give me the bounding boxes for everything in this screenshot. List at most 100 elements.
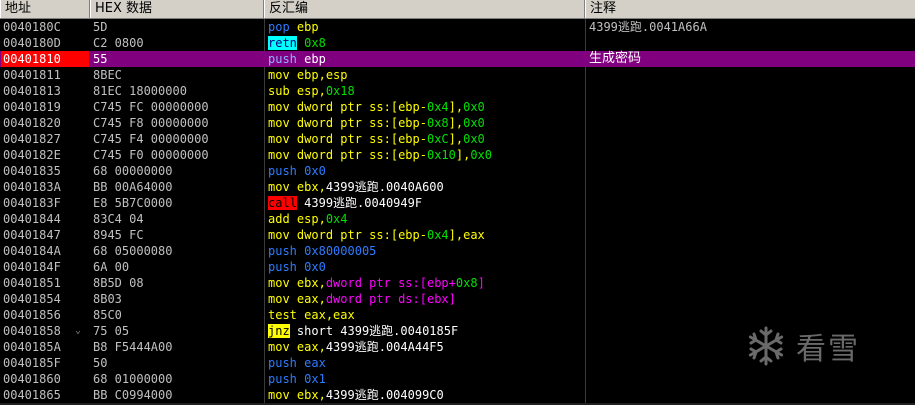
listing-row[interactable]: 00401847 8945 FC mov dword ptr ss:[ebp-0x4… (0, 227, 915, 243)
hex-cell: C745 F8 00000000 (93, 116, 209, 130)
address-cell: 00401820 (3, 116, 61, 130)
operand: dword ptr ss:[ebp- (296, 132, 427, 146)
mnemonic: push (268, 164, 297, 178)
address-cell: 00401865 (3, 388, 61, 402)
hex-cell: 50 (93, 356, 108, 370)
instruction-cell: mov eax,4399逃跑.004A44F5 (268, 339, 583, 355)
operand: 4399逃跑.0040949F (304, 196, 423, 210)
instruction-cell: push 0x80000005 (268, 243, 583, 259)
instruction-cell: mov dword ptr ss:[ebp-0x4],0x0 (268, 99, 583, 115)
jump-arrow-icon: ⌄ (75, 325, 82, 336)
operand: ], (448, 132, 464, 146)
hex-cell: 8B03 (93, 292, 122, 306)
operand: dword ptr ss:[ebp+ (325, 276, 456, 290)
operand: esp, (296, 84, 326, 98)
instruction-cell: push eax (268, 355, 583, 371)
instruction-cell: mov ebx,4399逃跑.004099C0 (268, 387, 583, 403)
comment-cell (589, 307, 909, 323)
listing-row[interactable]: 00401835 68 00000000 push 0x0 (0, 163, 915, 179)
hex-cell: 68 00000000 (93, 164, 173, 178)
mnemonic: jnz (268, 324, 290, 338)
listing-row[interactable]: 0040182E C745 F0 00000000 mov dword ptr ss… (0, 147, 915, 163)
operand: ebx, (296, 388, 326, 402)
operand: ],eax (448, 228, 485, 242)
listing-row[interactable]: 0040180D C2 0800 retn 0x8 (0, 35, 915, 51)
header-hex[interactable]: HEX 数据 (90, 0, 264, 18)
instruction-cell: mov dword ptr ss:[ebp-0x8],0x0 (268, 115, 583, 131)
operand: ebx, (296, 180, 326, 194)
header-comment[interactable]: 注释 (585, 0, 915, 18)
address-cell: 00401847 (3, 228, 61, 242)
listing-row[interactable]: 00401860 68 01000000 push 0x1 (0, 371, 915, 387)
instruction-cell: mov dword ptr ss:[ebp-0x10],0x0 (268, 147, 583, 163)
mnemonic: mov (268, 340, 290, 354)
listing-row[interactable]: 0040183A BB 00A64000 mov ebx,4399逃跑.0040A6… (0, 179, 915, 195)
instruction-cell: mov ebx,dword ptr ss:[ebp+0x8] (268, 275, 583, 291)
hex-cell: E8 5B7C0000 (93, 196, 173, 210)
address-cell: 00401813 (3, 84, 61, 98)
listing-row[interactable]: 00401819 C745 FC 00000000 mov dword ptr ss… (0, 99, 915, 115)
hex-cell: 81EC 18000000 (93, 84, 187, 98)
comment-cell: 4399逃跑.0041A66A (589, 20, 707, 34)
instruction-cell: push ebp (268, 51, 583, 67)
address-cell: 0040182E (3, 148, 61, 162)
watermark-logo: 看雪 (744, 322, 904, 370)
address-cell: 0040183A (3, 180, 61, 194)
operand: dword ptr ds:[ebx] (325, 292, 456, 306)
comment-cell: 生成密码 (589, 51, 642, 66)
listing-row[interactable]: 0040180C 5D pop ebp 4399逃跑.0041A66A (0, 19, 915, 35)
listing-row[interactable]: 00401844 83C4 04 add esp,0x4 (0, 211, 915, 227)
mnemonic: push (268, 260, 297, 274)
hex-cell: 8BEC (93, 68, 122, 82)
listing-row[interactable]: 00401820 C745 F8 00000000 mov dword ptr ss… (0, 115, 915, 131)
instruction-cell: sub esp,0x18 (268, 83, 583, 99)
comment-cell (589, 67, 909, 83)
listing-row[interactable]: 00401854 8B03 mov eax,dword ptr ds:[ebx] (0, 291, 915, 307)
mnemonic: mov (268, 132, 290, 146)
comment-cell (589, 387, 909, 403)
hex-cell: BB 00A64000 (93, 180, 173, 194)
listing-row[interactable]: 0040184F 6A 00 push 0x0 (0, 259, 915, 275)
listing-row[interactable]: 00401856 85C0 test eax,eax (0, 307, 915, 323)
listing-row[interactable]: 00401827 C745 F4 00000000 mov dword ptr ss… (0, 131, 915, 147)
address-cell: 00401811 (3, 68, 61, 82)
listing-row[interactable]: 00401851 8B5D 08 mov ebx,dword ptr ss:[ebp… (0, 275, 915, 291)
comment-cell (589, 147, 909, 163)
header-address[interactable]: 地址 (0, 0, 90, 18)
mnemonic: call (268, 196, 297, 210)
operand: 0x8 (304, 36, 326, 50)
operand: ebp (296, 20, 319, 34)
operand: eax (304, 356, 326, 370)
listing-row[interactable]: 0040183F E8 5B7C0000 call 4399逃跑.0040949F (0, 195, 915, 211)
header-disassembly[interactable]: 反汇编 (264, 0, 585, 18)
instruction-cell: push 0x0 (268, 163, 583, 179)
listing-row[interactable]: 00401811 8BEC mov ebp,esp (0, 67, 915, 83)
operand: 4399逃跑.0040A600 (325, 180, 444, 194)
operand: 0x0 (304, 164, 326, 178)
mnemonic: mov (268, 276, 290, 290)
hex-cell: C2 0800 (93, 36, 144, 50)
operand: ], (448, 116, 464, 130)
mnemonic: mov (268, 388, 290, 402)
listing-row[interactable]: 00401813 81EC 18000000 sub esp,0x18 (0, 83, 915, 99)
instruction-cell: push 0x1 (268, 371, 583, 387)
operand: 0x0 (304, 260, 326, 274)
hex-cell: 83C4 04 (93, 212, 144, 226)
listing-row[interactable]: 00401865 BB C0994000 mov ebx,4399逃跑.004099… (0, 387, 915, 403)
listing-row[interactable]: 0040184A 68 05000080 push 0x80000005 (0, 243, 915, 259)
mnemonic: sub (268, 84, 290, 98)
listing-row[interactable]: 00401810 55 push ebp 生成密码 (0, 51, 915, 67)
operand: dword ptr ss:[ebp- (296, 100, 427, 114)
comment-cell (589, 275, 909, 291)
operand: 4399逃跑.004099C0 (325, 388, 444, 402)
comment-cell (589, 35, 909, 51)
hex-cell: 55 (93, 52, 108, 66)
comment-cell (589, 371, 909, 387)
comment-cell (589, 243, 909, 259)
mnemonic: push (268, 356, 297, 370)
operand: 0x18 (325, 84, 355, 98)
comment-cell (589, 83, 909, 99)
instruction-cell: retn 0x8 (268, 35, 583, 51)
address-cell: 0040185A (3, 340, 61, 354)
mnemonic: test (268, 308, 297, 322)
